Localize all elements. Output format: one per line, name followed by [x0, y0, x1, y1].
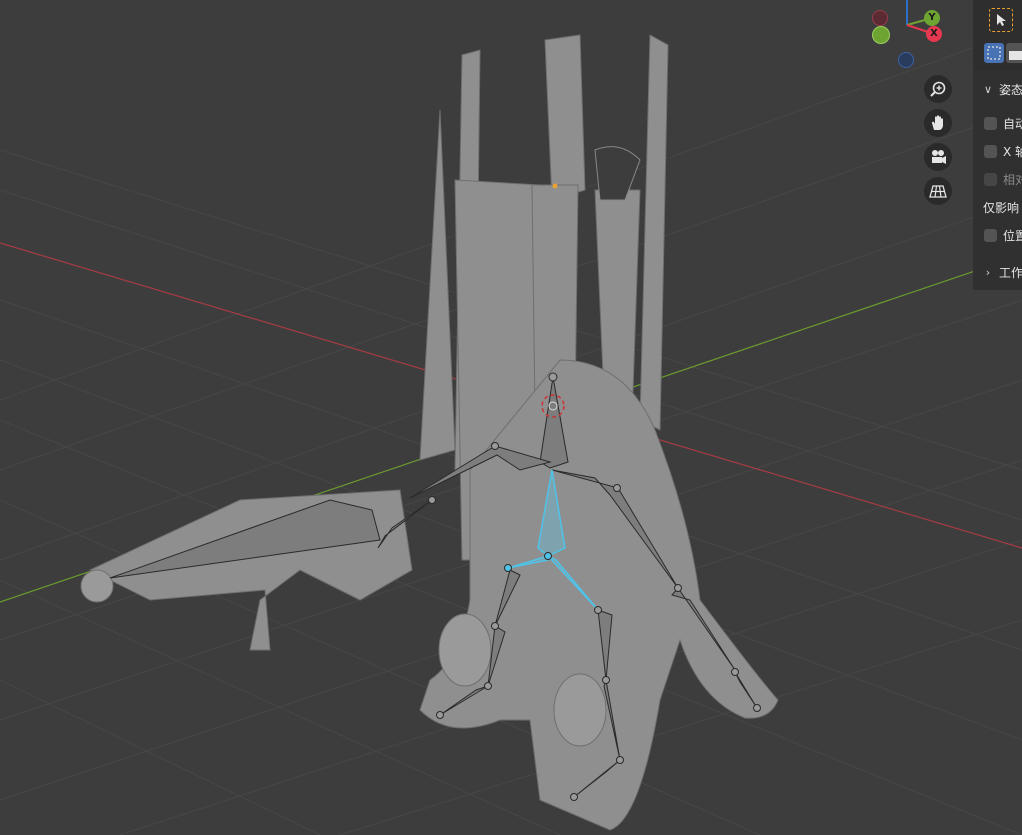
- tool-settings-column: [973, 0, 1022, 70]
- affect-locations-row[interactable]: 位置: [973, 223, 1022, 247]
- pose-panel-title: 姿态: [999, 82, 1022, 97]
- sidebar-pose-options: ∨ 姿态 自动 X 轴 相对 仅影响 位置 › 工作: [973, 70, 1022, 290]
- box-select-mode-button[interactable]: [984, 43, 1004, 63]
- x-axis-label: X 轴: [1003, 144, 1022, 159]
- pan-button[interactable]: [924, 109, 952, 137]
- select-tool-button[interactable]: [989, 8, 1013, 32]
- 3d-viewport[interactable]: [0, 0, 1022, 835]
- auto-label: 自动: [1003, 116, 1022, 131]
- relative-label: 相对: [1003, 172, 1022, 187]
- gizmo-neg-z-ball[interactable]: [898, 52, 914, 68]
- extend-select-mode-button[interactable]: [1006, 43, 1022, 63]
- pose-options-panel-header[interactable]: ∨ 姿态: [973, 77, 1022, 101]
- affect-only-row: 仅影响: [973, 195, 1022, 219]
- gizmo-neg-y-ball[interactable]: [872, 26, 890, 44]
- object-origin: [552, 183, 558, 189]
- grid-ortho-icon: [929, 185, 947, 198]
- workflow-panel-header[interactable]: › 工作: [973, 260, 1022, 284]
- zoom-icon: [930, 81, 946, 97]
- select-extend-icon: [1009, 51, 1022, 60]
- viewport-scene: [0, 29, 1022, 835]
- box-select-icon: [987, 46, 1001, 60]
- x-axis-mirror-checkbox[interactable]: [984, 144, 997, 158]
- workflow-panel-title: 工作: [999, 265, 1022, 280]
- chevron-right-icon: ›: [985, 265, 991, 279]
- camera-icon: [932, 150, 946, 164]
- cursor-arrow-icon: [997, 14, 1006, 26]
- relative-mirror-row: 相对: [973, 167, 1022, 191]
- zoom-button[interactable]: [924, 75, 952, 103]
- gizmo-y-axis-ball[interactable]: Y: [924, 10, 940, 26]
- camera-view-button[interactable]: [924, 143, 952, 171]
- affect-locations-checkbox[interactable]: [984, 228, 997, 242]
- affect-only-label: 仅影响: [983, 200, 1020, 215]
- relative-mirror-checkbox: [984, 172, 997, 186]
- chevron-down-icon: ∨: [983, 82, 993, 96]
- position-label: 位置: [1003, 228, 1022, 243]
- x-axis-mirror-row[interactable]: X 轴: [973, 139, 1022, 163]
- ortho-toggle-button[interactable]: [924, 177, 952, 205]
- auto-ik-checkbox[interactable]: [984, 116, 997, 130]
- hand-pan-icon: [932, 115, 943, 130]
- gizmo-x-axis-ball[interactable]: X: [926, 26, 942, 42]
- gizmo-neg-x-ball[interactable]: [872, 10, 888, 26]
- auto-ik-checkbox-row[interactable]: 自动: [973, 111, 1022, 135]
- character-mesh[interactable]: [80, 34, 779, 831]
